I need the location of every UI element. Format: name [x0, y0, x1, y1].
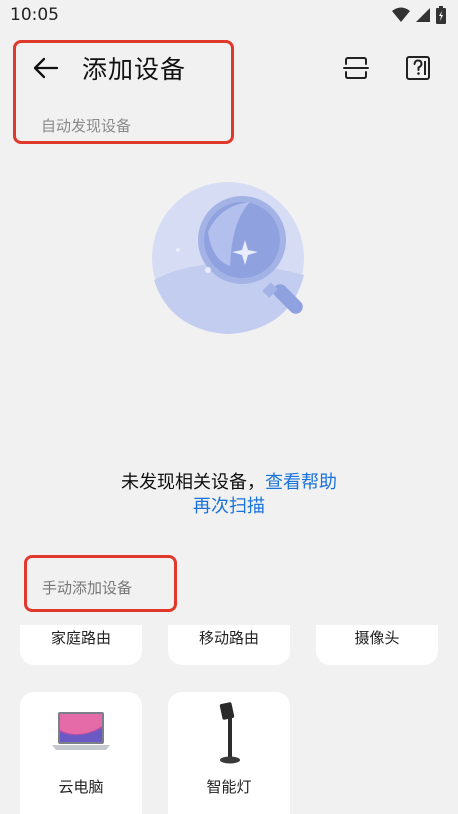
help-button[interactable] [398, 50, 438, 86]
wifi-icon [392, 7, 410, 22]
device-label: 摄像头 [354, 629, 400, 647]
scan-button[interactable] [338, 50, 374, 86]
rescan-link[interactable]: 再次扫描 [0, 492, 458, 518]
auto-discover-label: 自动发现设备 [41, 117, 132, 135]
signal-icon [416, 8, 430, 22]
status-bar: 10:05 [0, 0, 458, 32]
device-label: 云电脑 [58, 778, 104, 796]
rescan-link-label[interactable]: 再次扫描 [193, 496, 265, 517]
device-label: 移动路由 [198, 629, 259, 647]
device-card-mobile-router[interactable]: 移动路由 [168, 625, 290, 665]
empty-message: 未发现相关设备，查看帮助 [0, 468, 458, 494]
device-grid: 家庭路由 移动路由 摄像头 云电脑 智能灯 [0, 625, 458, 814]
laptop-icon [20, 710, 142, 754]
battery-icon [436, 6, 446, 24]
device-card-camera[interactable]: 摄像头 [316, 625, 438, 665]
device-card-home-router[interactable]: 家庭路由 [20, 625, 142, 665]
search-empty-illustration [152, 182, 304, 334]
device-card-smart-lamp[interactable]: 智能灯 [168, 692, 290, 814]
scan-icon [343, 57, 369, 79]
device-label: 智能灯 [206, 778, 252, 796]
status-icons [392, 6, 446, 24]
manual-add-label: 手动添加设备 [42, 579, 133, 597]
device-label: 家庭路由 [50, 629, 111, 647]
view-help-link[interactable]: 查看帮助 [265, 472, 337, 493]
status-time: 10:05 [10, 5, 59, 25]
empty-message-text: 未发现相关设备， [121, 472, 265, 493]
help-manual-icon [406, 56, 430, 80]
device-card-cloud-pc[interactable]: 云电脑 [20, 692, 142, 814]
lamp-icon [168, 700, 290, 766]
